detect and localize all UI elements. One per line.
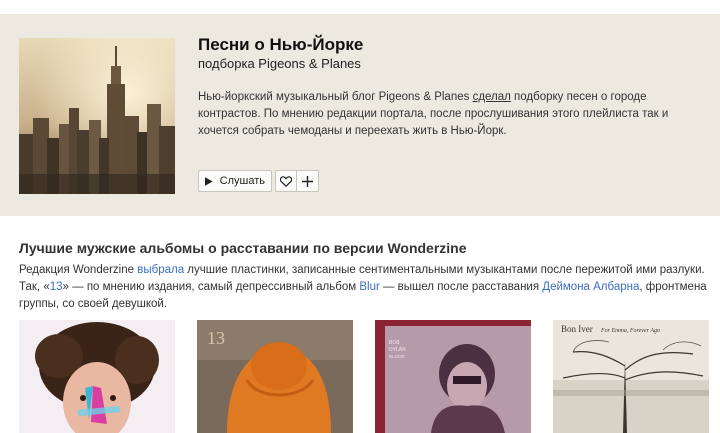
playlist-description: Нью-йоркский музыкальный блог Pigeons & … (198, 89, 698, 140)
album-art-for-emma: Bon Iver For Emma, Forever Ago (553, 320, 709, 433)
plus-icon (302, 175, 313, 187)
playlist-title[interactable]: Песни о Нью-Йорке (198, 35, 363, 55)
section-desc-text-1: Редакция Wonderzine (19, 264, 138, 276)
album-3-artist-line1: BOB (389, 340, 400, 346)
top-strip (0, 0, 720, 14)
album-3-title-line: BLOOD (389, 354, 406, 359)
album-cover-4[interactable]: Bon Iver For Emma, Forever Ago (553, 320, 709, 433)
listen-button-label: Слушать (219, 175, 265, 187)
like-button[interactable] (275, 170, 297, 192)
album-4-title: For Emma, Forever Ago (600, 328, 660, 334)
album-art-portrait (19, 320, 175, 433)
album-cover-3[interactable]: BOB DYLAN BLOOD (375, 320, 531, 433)
heart-icon (280, 175, 292, 187)
play-icon (205, 176, 213, 186)
album-art-blood-on-the-tracks: BOB DYLAN BLOOD (375, 320, 531, 433)
playlist-actions: Слушать (198, 170, 319, 192)
like-add-group (275, 170, 319, 192)
album-3-artist-line2: DYLAN (389, 347, 406, 353)
playlist-cover[interactable] (19, 38, 175, 194)
album-cover-2[interactable]: 13 (197, 320, 353, 433)
album-13-number: 13 (207, 328, 225, 348)
playlist-panel: Песни о Нью-Йорке подборка Pigeons & Pla… (0, 14, 720, 216)
add-button[interactable] (297, 170, 319, 192)
playlist-description-text: Нью-йоркский музыкальный блог Pigeons & … (198, 91, 473, 103)
link-chose[interactable]: выбрала (137, 264, 184, 276)
listen-button[interactable]: Слушать (198, 170, 272, 192)
link-blur[interactable]: Blur (359, 281, 379, 293)
section-desc-text-4: — вышел после расставания (379, 281, 543, 293)
new-york-skyline-image (19, 38, 175, 194)
link-damon-albarn[interactable]: Деймона Албарна (542, 281, 639, 293)
link-13[interactable]: 13 (50, 281, 63, 293)
album-grid: 13 BOB DYLAN BLOOD Bon Iver For Emma, Fo… (19, 320, 719, 433)
section-description: Редакция Wonderzine выбрала лучшие пласт… (19, 262, 709, 313)
album-art-13: 13 (197, 320, 353, 433)
playlist-description-link[interactable]: сделал (473, 91, 511, 103)
section-title[interactable]: Лучшие мужские альбомы о расставании по … (19, 240, 467, 256)
section-desc-text-3: » — по мнению издания, самый депрессивны… (62, 281, 360, 293)
album-4-artist: Bon Iver (561, 324, 593, 334)
album-cover-1[interactable] (19, 320, 175, 433)
playlist-subtitle: подборка Pigeons & Planes (198, 56, 361, 71)
